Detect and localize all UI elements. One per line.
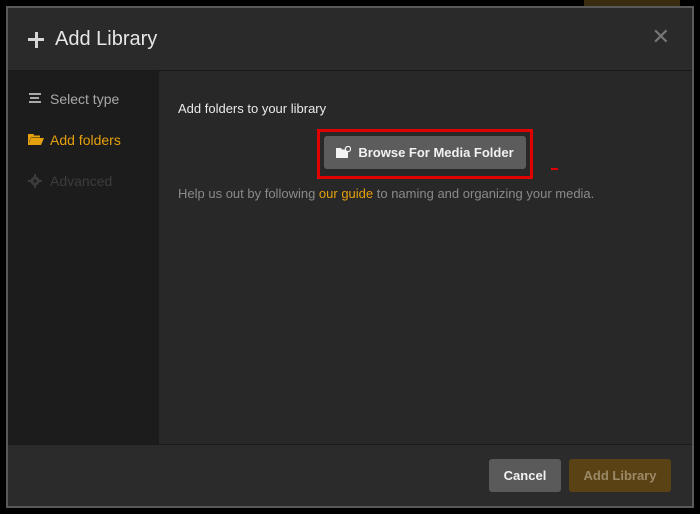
gear-icon bbox=[28, 174, 44, 188]
content-panel: Add folders to your library Browse For M… bbox=[159, 71, 692, 444]
close-icon[interactable]: ✕ bbox=[652, 26, 670, 48]
sidebar-item-select-type[interactable]: Select type bbox=[28, 89, 119, 109]
folder-open-icon bbox=[28, 133, 44, 147]
sidebar-item-label: Advanced bbox=[50, 173, 113, 189]
sidebar-item-label: Select type bbox=[50, 91, 120, 107]
sidebar-item-label: Add folders bbox=[50, 132, 121, 148]
plus-icon bbox=[28, 32, 44, 48]
sidebar-item-add-folders[interactable]: Add folders bbox=[28, 130, 121, 150]
cancel-button[interactable]: Cancel bbox=[489, 459, 561, 492]
sidebar-item-advanced: Advanced bbox=[28, 171, 112, 191]
help-text: Help us out by following our guide to na… bbox=[178, 186, 595, 201]
modal-header: Add Library ✕ bbox=[8, 8, 692, 71]
guide-link[interactable]: our guide bbox=[319, 186, 373, 201]
sidebar: Select type Add folders Advanced bbox=[8, 71, 159, 444]
modal-footer: Cancel Add Library bbox=[8, 444, 692, 506]
browse-media-folder-button[interactable]: Browse For Media Folder bbox=[324, 136, 526, 169]
add-library-button[interactable]: Add Library bbox=[569, 459, 671, 492]
add-library-modal: Add Library ✕ Select type Add folders Ad… bbox=[6, 6, 694, 508]
annotation-mark bbox=[551, 168, 558, 170]
browse-button-label: Browse For Media Folder bbox=[358, 145, 514, 160]
modal-title: Add Library bbox=[55, 28, 158, 50]
content-heading: Add folders to your library bbox=[178, 101, 327, 116]
list-icon bbox=[28, 92, 44, 106]
folder-add-icon bbox=[336, 145, 352, 159]
